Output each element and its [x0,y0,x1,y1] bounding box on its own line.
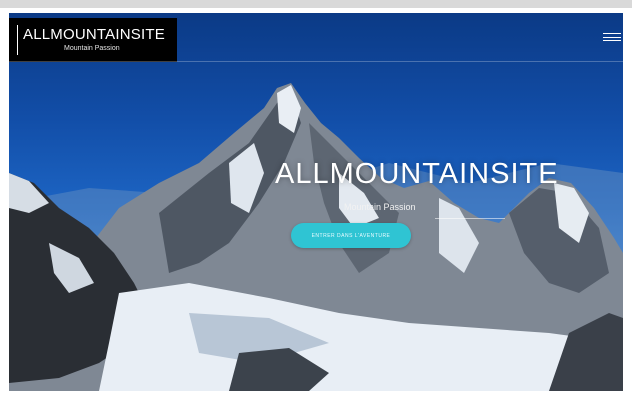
hero-title: ALLMOUNTAINSITE [275,158,559,190]
hero-divider [435,218,505,219]
enter-adventure-button[interactable]: ENTRER DANS L'AVENTURE [291,223,411,248]
site-logo[interactable]: ALLMOUNTAINSITE Mountain Passion [9,18,177,62]
hero-section: ALLMOUNTAINSITE Mountain Passion ALLMOUN… [9,13,623,391]
browser-top-strip [0,0,632,8]
mountain-background-image [9,83,623,391]
logo-subtitle: Mountain Passion [64,45,120,52]
hero-subtitle: Mountain Passion [344,202,416,212]
logo-divider [17,25,18,55]
hamburger-menu-icon[interactable] [603,33,621,41]
logo-title: ALLMOUNTAINSITE [23,26,165,43]
header-divider [9,61,623,62]
